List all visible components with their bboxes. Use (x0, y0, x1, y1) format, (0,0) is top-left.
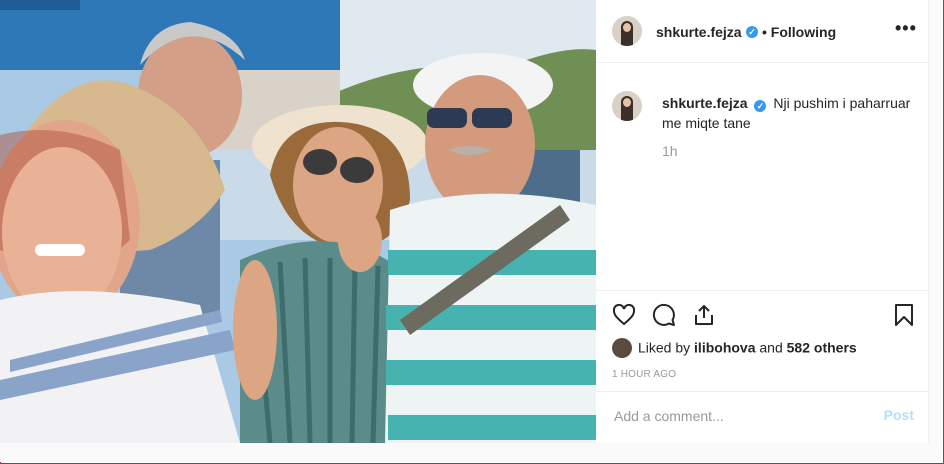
caption-verified-badge-icon: ✓ (754, 100, 767, 112)
actions-section: Liked by ilibohova and 582 others 1 HOUR… (596, 290, 928, 441)
follow-status[interactable]: • Following (762, 24, 836, 40)
author-avatar[interactable] (612, 16, 642, 46)
bookmark-icon[interactable] (892, 303, 916, 327)
comment-input[interactable] (612, 407, 866, 425)
caption-avatar[interactable] (612, 91, 642, 121)
author-username[interactable]: shkurte.fejza (656, 24, 742, 40)
likes-summary: Liked by ilibohova and 582 others (612, 338, 857, 359)
bottom-gap (0, 443, 942, 462)
more-options-icon[interactable]: ••• (895, 18, 917, 39)
liked-by-label: Liked by (638, 339, 691, 356)
liker-username[interactable]: ilibohova (694, 340, 755, 356)
caption-username[interactable]: shkurte.fejza (662, 95, 748, 111)
liker-avatar[interactable] (612, 338, 632, 358)
following-button[interactable]: Following (771, 24, 836, 40)
comment-icon[interactable] (652, 303, 676, 327)
posted-time[interactable]: 1 HOUR AGO (612, 369, 676, 380)
post-photo[interactable] (0, 0, 596, 443)
likes-others-link[interactable]: 582 others (787, 340, 857, 356)
post-comment-button[interactable]: Post (884, 407, 914, 423)
post-photo-illustration (0, 0, 596, 443)
caption: shkurte.fejza ✓ Nji pushim i paharruar m… (662, 93, 916, 133)
likes-conjunction: and (759, 339, 783, 356)
post-header: shkurte.fejza ✓ • Following ••• (596, 0, 928, 63)
caption-time[interactable]: 1h (662, 143, 678, 159)
post-details-panel: shkurte.fejza ✓ • Following ••• shkurte.… (596, 0, 929, 444)
separator-dot: • (762, 24, 767, 40)
right-gutter (929, 0, 943, 443)
comment-bar: Post (596, 391, 928, 442)
share-icon[interactable] (692, 303, 716, 327)
heart-icon[interactable] (612, 303, 636, 327)
verified-badge-icon: ✓ (746, 26, 758, 38)
